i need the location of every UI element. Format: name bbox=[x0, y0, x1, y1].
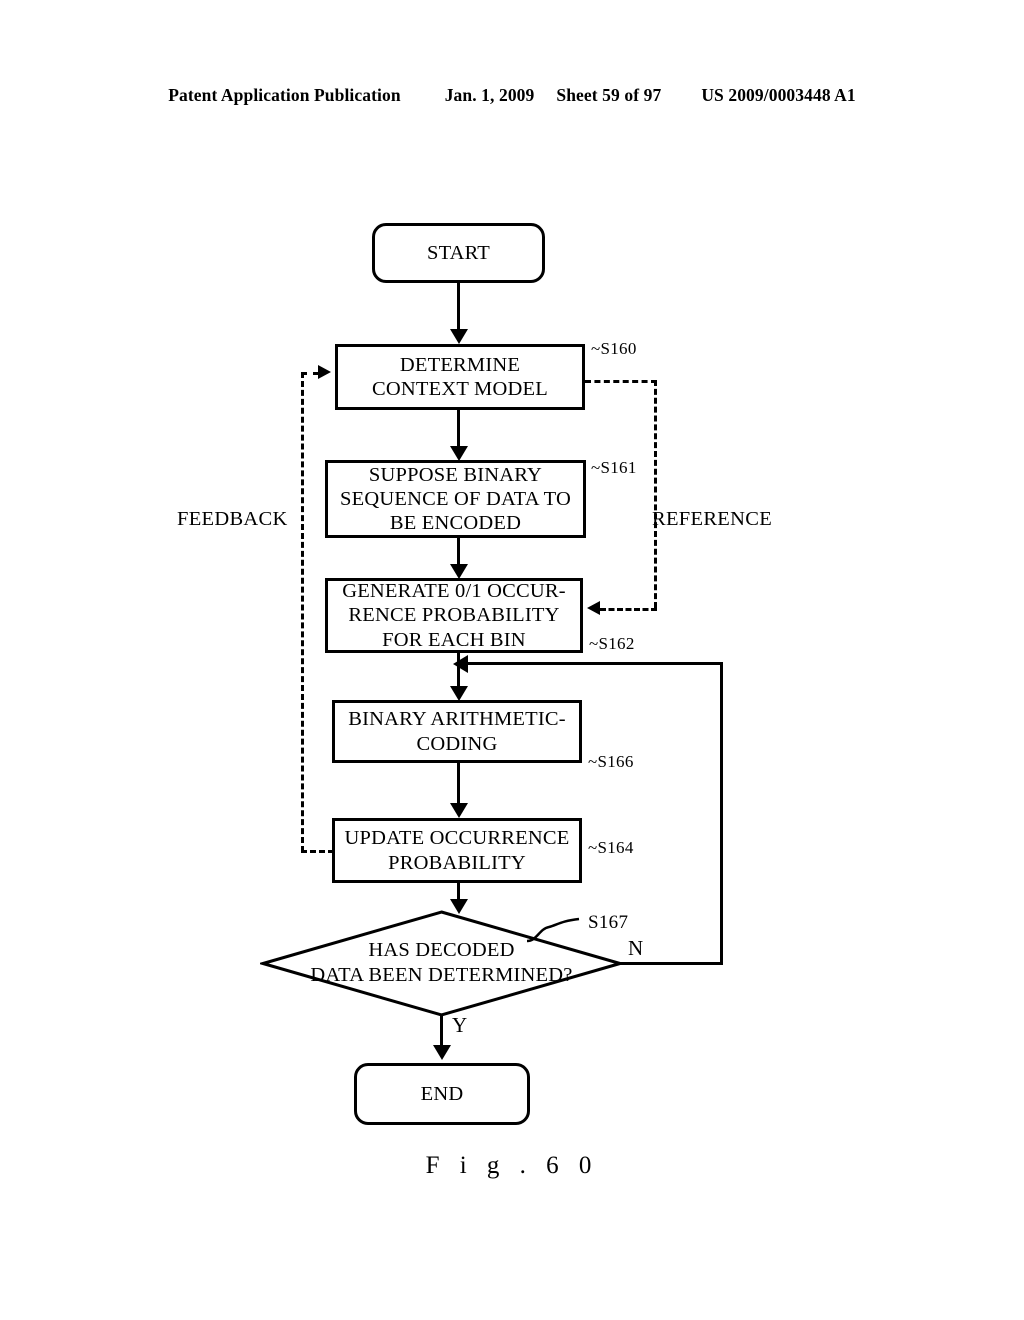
feedback-dash-vertical bbox=[301, 372, 304, 852]
node-s161-line1: SUPPOSE BINARY bbox=[368, 463, 543, 486]
tag-s166: ~S166 bbox=[588, 752, 634, 772]
arrowhead-s162-to-s166 bbox=[449, 686, 468, 701]
connector-s161-to-s162 bbox=[457, 538, 460, 564]
node-s161-suppose-binary-sequence: SUPPOSE BINARY SEQUENCE OF DATA TO BE EN… bbox=[325, 460, 586, 538]
node-end-label: END bbox=[420, 1082, 464, 1105]
page-header: Patent Application Publication Jan. 1, 20… bbox=[0, 85, 1024, 106]
label-feedback: FEEDBACK bbox=[177, 508, 288, 530]
feedback-dash-top bbox=[301, 372, 319, 375]
node-s161-line3: BE ENCODED bbox=[389, 512, 522, 535]
header-date: Jan. 1, 2009 bbox=[444, 85, 535, 105]
node-s160-line1: DETERMINE bbox=[399, 353, 521, 376]
branch-label-no: N bbox=[628, 936, 644, 960]
node-end: END bbox=[354, 1063, 530, 1125]
node-s166-line1: BINARY ARITHMETIC- bbox=[348, 708, 566, 731]
node-s162-line3: FOR EACH BIN bbox=[382, 628, 526, 651]
node-s167-line1: HAS DECODED bbox=[368, 939, 515, 961]
arrowhead-s161-to-s162 bbox=[449, 564, 468, 579]
connector-s167-no-horizontal-out bbox=[618, 962, 723, 965]
patent-figure-page: Patent Application Publication Jan. 1, 20… bbox=[0, 0, 1024, 1320]
connector-start-to-s160 bbox=[457, 283, 460, 329]
node-s164-text: UPDATE OCCURRENCE PROBABILITY bbox=[339, 826, 576, 874]
tag-s162: ~S162 bbox=[589, 634, 635, 654]
connector-s167-no-vertical bbox=[720, 662, 723, 964]
node-s161-text: SUPPOSE BINARY SEQUENCE OF DATA TO BE EN… bbox=[334, 463, 577, 536]
node-s166-binary-arithmetic-coding: BINARY ARITHMETIC- CODING bbox=[332, 700, 582, 763]
reference-dash-vertical bbox=[654, 380, 657, 608]
tag-s161: ~S161 bbox=[591, 458, 637, 478]
arrowhead-start-to-s160 bbox=[449, 329, 468, 344]
figure-caption: F i g . 6 0 bbox=[425, 1152, 599, 1179]
connector-s166-to-s164 bbox=[457, 763, 460, 803]
connector-s167-no-horizontal-return bbox=[466, 662, 723, 665]
node-s162-line2: RENCE PROBABILITY bbox=[348, 604, 560, 627]
tag-s164-text: ~S164 bbox=[588, 838, 634, 857]
arrowhead-s167-yes-to-end bbox=[432, 1045, 451, 1060]
node-s167-line2: DATA BEEN DETERMINED? bbox=[310, 963, 573, 986]
label-reference: REFERENCE bbox=[652, 508, 773, 530]
connector-s164-to-s167 bbox=[457, 883, 460, 899]
node-s162-line1: GENERATE 0/1 OCCUR- bbox=[342, 580, 566, 603]
node-s160-line2: CONTEXT MODEL bbox=[372, 378, 548, 400]
tag-s167-text: S167 bbox=[588, 912, 629, 933]
node-s164-line1: UPDATE OCCURRENCE bbox=[344, 827, 570, 850]
reference-dash-bottom bbox=[600, 608, 657, 611]
tag-s160-text: ~S160 bbox=[591, 339, 637, 358]
arrowhead-s160-to-s161 bbox=[449, 446, 468, 461]
node-start: START bbox=[372, 223, 545, 283]
arrowhead-s167-no-loopback bbox=[453, 654, 468, 673]
branch-label-yes: Y bbox=[452, 1013, 468, 1037]
node-start-label: START bbox=[426, 241, 491, 264]
feedback-dash-bottom bbox=[301, 850, 334, 853]
node-s160-text: DETERMINE CONTEXT MODEL bbox=[366, 353, 554, 401]
header-patent-number: US 2009/0003448 A1 bbox=[701, 85, 856, 105]
node-s161-line2: SEQUENCE OF DATA TO bbox=[340, 487, 571, 510]
tag-s164: ~S164 bbox=[588, 838, 634, 858]
reference-dash-top bbox=[585, 380, 657, 383]
tag-s160: ~S160 bbox=[591, 339, 637, 359]
header-sheet: Sheet 59 of 97 bbox=[556, 85, 662, 105]
connector-s160-to-s161 bbox=[457, 410, 460, 446]
node-s160-determine-context-model: DETERMINE CONTEXT MODEL bbox=[335, 344, 585, 410]
tag-s166-text: ~S166 bbox=[588, 752, 634, 771]
header-publication: Patent Application Publication bbox=[168, 85, 401, 105]
connector-s167-yes bbox=[440, 1015, 443, 1045]
node-s167-text: HAS DECODED DATA BEEN DETERMINED? bbox=[260, 938, 623, 987]
leader-s167 bbox=[526, 917, 580, 943]
arrowhead-s166-to-s164 bbox=[449, 803, 468, 818]
tag-s161-text: ~S161 bbox=[591, 458, 637, 477]
arrowhead-feedback-into-s160 bbox=[318, 365, 331, 379]
node-s164-update-occurrence-probability: UPDATE OCCURRENCE PROBABILITY bbox=[332, 818, 582, 883]
arrowhead-reference-into-s162 bbox=[587, 601, 600, 615]
node-s166-line2: CODING bbox=[416, 732, 498, 755]
node-s166-text: BINARY ARITHMETIC- CODING bbox=[342, 707, 572, 755]
tag-s162-text: ~S162 bbox=[589, 634, 635, 653]
tag-s167: S167 bbox=[588, 912, 628, 934]
node-s162-generate-occurrence-probability: GENERATE 0/1 OCCUR- RENCE PROBABILITY FO… bbox=[325, 578, 583, 653]
node-s162-text: GENERATE 0/1 OCCUR- RENCE PROBABILITY FO… bbox=[336, 579, 572, 652]
node-s164-line2: PROBABILITY bbox=[388, 851, 526, 874]
